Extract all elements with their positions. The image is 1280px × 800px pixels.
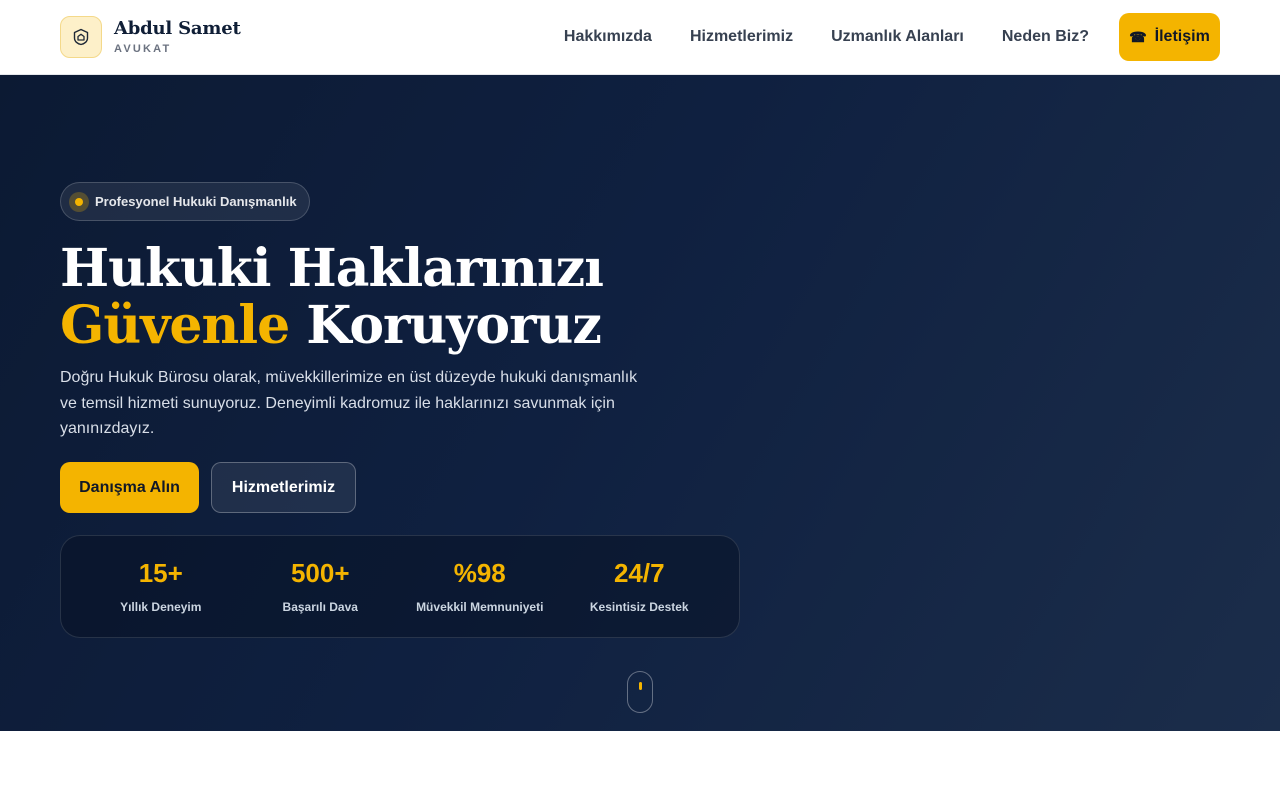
status-dot-icon [69, 191, 89, 212]
consultation-button[interactable]: Danışma Alın [60, 462, 199, 513]
stat-experience: 15+ Yıllık Deneyim [81, 536, 241, 637]
phone-icon: ☎ [1129, 28, 1147, 45]
scroll-down-icon[interactable] [627, 671, 653, 713]
hero-badge-label: Profesyonel Hukuki Danışmanlık [95, 194, 297, 209]
hero-section: Profesyonel Hukuki Danışmanlık Hukuki Ha… [0, 75, 1280, 731]
nav-link-expertise[interactable]: Uzmanlık Alanları [831, 28, 964, 46]
main-nav: Hakkımızda Hizmetlerimiz Uzmanlık Alanla… [564, 13, 1220, 61]
stat-label: Başarılı Dava [282, 599, 358, 614]
stat-satisfaction: %98 Müvekkil Memnuniyeti [400, 536, 560, 637]
headline-accent: Güvenle [60, 295, 290, 356]
stat-value: 15+ [138, 557, 183, 588]
brand-subtitle: AVUKAT [114, 42, 172, 55]
contact-button-label: İletişim [1154, 28, 1210, 45]
stat-label: Müvekkil Memnuniyeti [416, 599, 544, 614]
services-button[interactable]: Hizmetlerimiz [211, 462, 356, 513]
nav-link-why-us[interactable]: Neden Biz? [1002, 28, 1089, 46]
next-section [0, 731, 1280, 800]
stat-value: %98 [453, 557, 506, 588]
stat-cases: 500+ Başarılı Dava [241, 536, 401, 637]
stat-value: 24/7 [613, 557, 665, 588]
headline-line1: Hukuki Haklarınızı [60, 238, 604, 299]
nav-link-services[interactable]: Hizmetlerimiz [690, 28, 793, 46]
site-header: Abdul Samet AVUKAT Hakkımızda Hizmetleri… [0, 0, 1280, 75]
stat-label: Yıllık Deneyim [120, 599, 202, 614]
brand[interactable]: Abdul Samet AVUKAT [60, 16, 241, 58]
contact-button[interactable]: ☎ İletişim [1119, 13, 1220, 61]
shield-home-icon [60, 16, 102, 58]
nav-link-about[interactable]: Hakkımızda [564, 28, 652, 46]
hero-badge: Profesyonel Hukuki Danışmanlık [60, 182, 310, 221]
hero-description: Doğru Hukuk Bürosu olarak, müvekkillerim… [60, 369, 638, 437]
stats-panel: 15+ Yıllık Deneyim 500+ Başarılı Dava %9… [60, 535, 740, 638]
headline-rest: Koruyoruz [289, 295, 602, 356]
stat-support: 24/7 Kesintisiz Destek [560, 536, 720, 637]
stat-label: Kesintisiz Destek [589, 599, 689, 614]
hero-headline: Hukuki Haklarınızı Güvenle Koruyoruz [60, 240, 760, 354]
stat-value: 500+ [290, 557, 350, 588]
brand-name: Abdul Samet [114, 17, 241, 39]
